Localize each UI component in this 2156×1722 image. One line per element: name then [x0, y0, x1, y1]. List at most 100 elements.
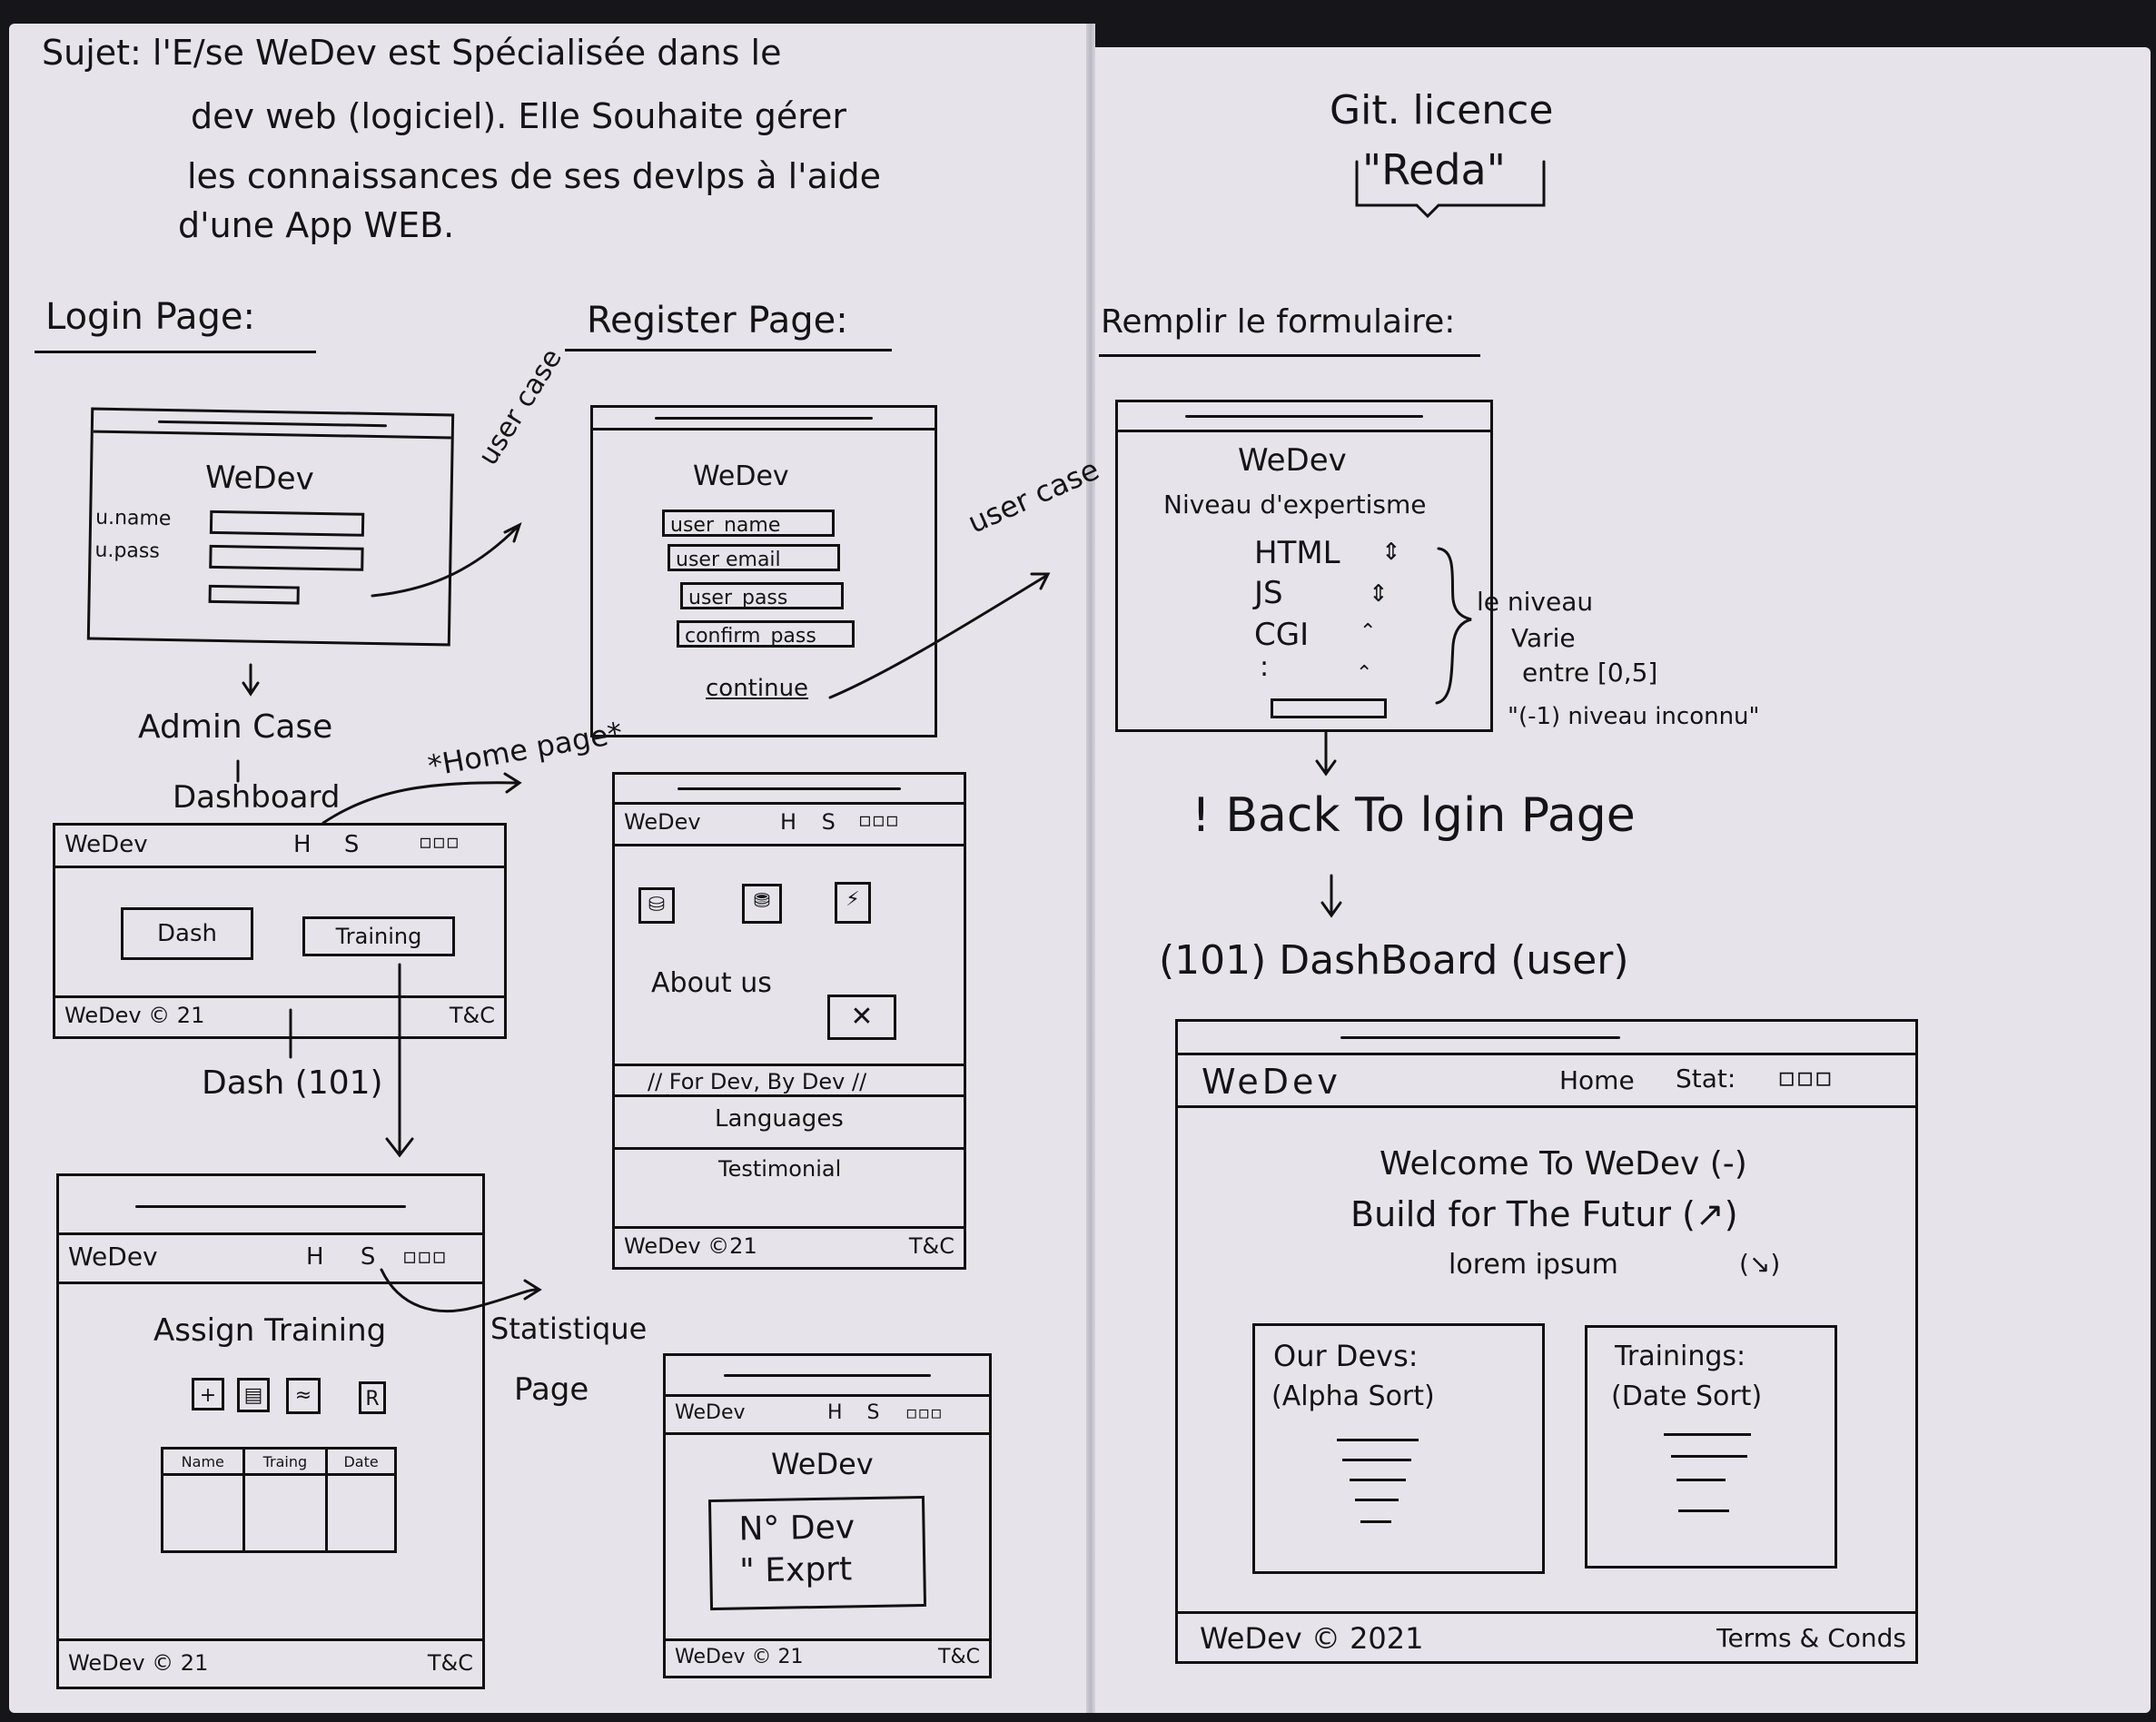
our-devs-card[interactable]: Our Devs: (Alpha Sort) [1252, 1323, 1545, 1574]
form-brand: WeDev [1238, 442, 1347, 479]
username-field[interactable] [209, 510, 365, 537]
user-dashboard-label: (101) DashBoard (user) [1159, 937, 1629, 984]
lightning-icon[interactable]: ⚡ [835, 882, 871, 924]
home-nav-links[interactable]: H S [780, 809, 845, 835]
home-divider-2 [615, 1094, 964, 1097]
training-brand: WeDev [68, 1242, 158, 1272]
add-icon[interactable]: + [192, 1378, 224, 1410]
spinner-more-icon[interactable]: ⌃ [1356, 662, 1372, 685]
titlebar-line [134, 1205, 407, 1208]
login-section-title: Login Page: [45, 296, 255, 338]
stats-nav-links[interactable]: H S [827, 1401, 889, 1424]
home-row-languages[interactable]: Languages [715, 1105, 844, 1133]
home-divider-3 [615, 1147, 964, 1150]
training-page-mockup: WeDev H S ▫▫▫ Assign Training + ▤ ≈ R Na… [56, 1173, 485, 1689]
admin-dash-footer-copyright: WeDev © 21 [64, 1003, 205, 1028]
training-button[interactable]: Training [302, 916, 455, 956]
titlebar-line [654, 417, 874, 420]
stats-footer-copyright: WeDev © 21 [675, 1646, 804, 1668]
stats-card: N° Dev " Exprt [707, 1495, 927, 1611]
spinner-cgi-icon[interactable]: ⌃ [1360, 620, 1376, 643]
titlebar-line [157, 420, 388, 428]
subject-line-1: Sujet: l'E/se WeDev est Spécialisée dans… [42, 33, 782, 73]
user-dash-footer-terms[interactable]: Terms & Conds [1716, 1623, 1906, 1653]
user-dash-window-icons: ▫▫▫ [1777, 1062, 1833, 1094]
admin-dash-brand: WeDev [64, 831, 148, 858]
subject-line-2: dev web (logiciel). Elle Souhaite gérer [191, 96, 847, 136]
storage-icon[interactable]: ⛃ [742, 884, 782, 924]
password-field[interactable] [209, 544, 364, 571]
login-button[interactable] [208, 584, 300, 605]
document-icon[interactable]: ▤ [237, 1378, 270, 1412]
user-dash-footer: WeDev © 2021 Terms & Conds [1178, 1611, 1915, 1661]
login-title-underline [35, 351, 316, 353]
titlebar-line [724, 1374, 931, 1377]
stats-titlebar [666, 1356, 989, 1397]
admin-dash-links[interactable]: H S [293, 831, 371, 858]
training-titlebar [59, 1176, 482, 1235]
dashboard-label: Dashboard [173, 779, 341, 816]
register-email-field[interactable]: user email [668, 544, 840, 571]
subject-line-4: d'une App WEB. [178, 205, 455, 245]
home-row-testimonial[interactable]: Testimonial [718, 1156, 841, 1182]
about-us-label: About us [651, 967, 772, 999]
dev-list-line [1360, 1520, 1391, 1523]
login-titlebar [93, 410, 452, 440]
admin-dash-navbar: WeDev H S ▫▫▫ [55, 826, 504, 868]
level-note-1: le niveau [1477, 587, 1594, 617]
stats-dev-count: N° Dev [738, 1509, 855, 1549]
training-table-header: Name Traing Date [161, 1447, 397, 1476]
close-box-icon[interactable]: ✕ [827, 995, 896, 1040]
login-brand: WeDev [204, 459, 315, 498]
stats-footer-terms[interactable]: T&C [938, 1646, 980, 1668]
register-password-field[interactable]: user_pass [680, 582, 844, 609]
spinner-js-icon[interactable]: ⇕ [1369, 580, 1389, 608]
stats-expert-count: " Exprt [738, 1550, 853, 1590]
user-dash-titlebar [1178, 1022, 1915, 1055]
column-date: Date [325, 1447, 397, 1476]
report-icon[interactable]: R [359, 1381, 386, 1414]
git-licence: Git. licence [1330, 87, 1554, 134]
training-nav-links[interactable]: H S [306, 1243, 390, 1271]
register-confirm-field[interactable]: confirm_pass [677, 620, 855, 648]
our-devs-sort: (Alpha Sort) [1271, 1381, 1435, 1412]
dash-101-label: Dash (101) [202, 1064, 383, 1102]
home-divider-1 [615, 1064, 964, 1066]
build-subheading: Build for The Futur (↗) [1350, 1194, 1738, 1234]
login-mockup: WeDev u.name u.pass [86, 407, 455, 647]
form-title-underline [1099, 354, 1480, 357]
training-list-line [1678, 1509, 1729, 1512]
dash-button[interactable]: Dash [121, 907, 253, 960]
table-row [161, 1473, 397, 1553]
home-footer-terms[interactable]: T&C [909, 1233, 954, 1259]
admin-dash-window-icons: ▫▫▫ [419, 831, 460, 854]
level-note-2: Varie [1511, 623, 1576, 653]
spinner-html-icon[interactable]: ⇕ [1381, 539, 1401, 566]
register-mockup: WeDev user_name user email user_pass con… [590, 405, 937, 737]
home-page-mockup: WeDev H S ▫▫▫ ⛁ ⛃ ⚡ About us ✕ // For De… [612, 772, 966, 1270]
training-footer-terms[interactable]: T&C [428, 1650, 473, 1676]
user-dash-home-link[interactable]: Home [1559, 1065, 1635, 1095]
lorem-tag: (↘) [1739, 1249, 1781, 1279]
form-submit-button[interactable] [1271, 698, 1387, 718]
register-section-title: Register Page: [587, 300, 848, 341]
trainings-sort: (Date Sort) [1611, 1381, 1763, 1412]
expertise-form-mockup: WeDev Niveau d'expertisme HTML JS CGI : … [1115, 400, 1493, 732]
admin-case-label: Admin Case [138, 708, 333, 746]
home-row-tagline: // For Dev, By Dev // [648, 1069, 867, 1094]
database-icon[interactable]: ⛁ [638, 887, 675, 924]
trainings-title: Trainings: [1615, 1341, 1746, 1372]
welcome-heading: Welcome To WeDev (-) [1380, 1145, 1747, 1183]
username-label: u.name [94, 506, 172, 531]
form-titlebar [1118, 402, 1490, 432]
titlebar-line [1184, 415, 1424, 418]
register-title-underline [565, 349, 892, 351]
register-continue-link[interactable]: continue [706, 675, 808, 702]
subject-line-3: les connaissances de ses devlps à l'aide [187, 156, 881, 196]
trainings-card[interactable]: Trainings: (Date Sort) [1585, 1325, 1837, 1569]
admin-dash-footer-terms[interactable]: T&C [450, 1003, 495, 1028]
register-username-field[interactable]: user_name [662, 510, 835, 537]
stats-navbar: WeDev H S ▫▫▫ [666, 1396, 989, 1435]
refresh-icon[interactable]: ≈ [286, 1378, 321, 1414]
user-dash-stat-link[interactable]: Stat: [1676, 1064, 1736, 1094]
